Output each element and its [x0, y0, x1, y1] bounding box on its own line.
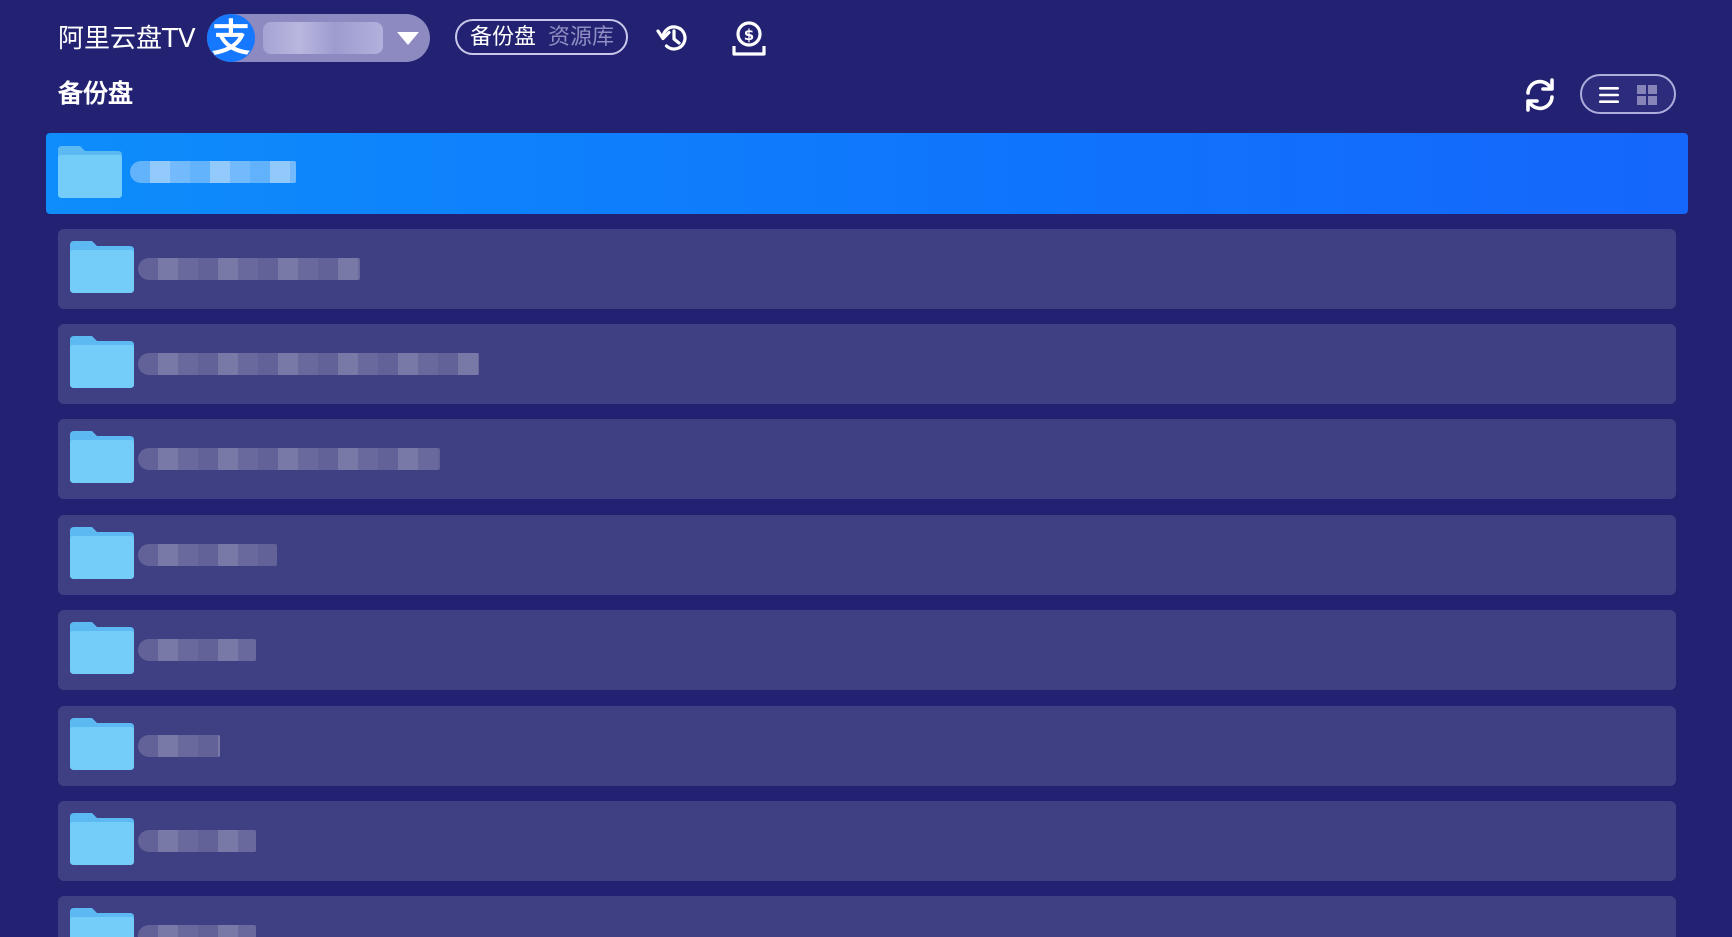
file-row[interactable] — [58, 896, 1676, 937]
folder-icon — [70, 622, 134, 674]
folder-icon — [70, 813, 134, 865]
app-page: 阿里云盘TV 支 备份盘 资源库 $ 备份盘 — [0, 0, 1732, 937]
file-name — [138, 353, 479, 375]
file-row[interactable] — [46, 133, 1688, 214]
folder-icon — [70, 241, 134, 293]
file-name — [138, 544, 277, 566]
folder-icon — [58, 146, 122, 198]
file-row[interactable] — [58, 419, 1676, 499]
file-name — [138, 830, 256, 852]
file-name — [138, 258, 360, 280]
folder-icon — [70, 336, 134, 388]
file-name — [138, 639, 256, 661]
folder-icon — [70, 431, 134, 483]
file-row[interactable] — [58, 610, 1676, 690]
folder-icon — [70, 908, 134, 937]
file-name — [138, 735, 220, 757]
folder-icon — [70, 718, 134, 770]
file-list — [0, 0, 1732, 937]
file-name — [130, 161, 296, 183]
folder-icon — [70, 527, 134, 579]
file-row[interactable] — [58, 324, 1676, 404]
file-row[interactable] — [58, 229, 1676, 309]
file-row[interactable] — [58, 706, 1676, 786]
file-row[interactable] — [58, 801, 1676, 881]
file-name — [138, 448, 440, 470]
file-name — [138, 925, 256, 937]
file-row[interactable] — [58, 515, 1676, 595]
